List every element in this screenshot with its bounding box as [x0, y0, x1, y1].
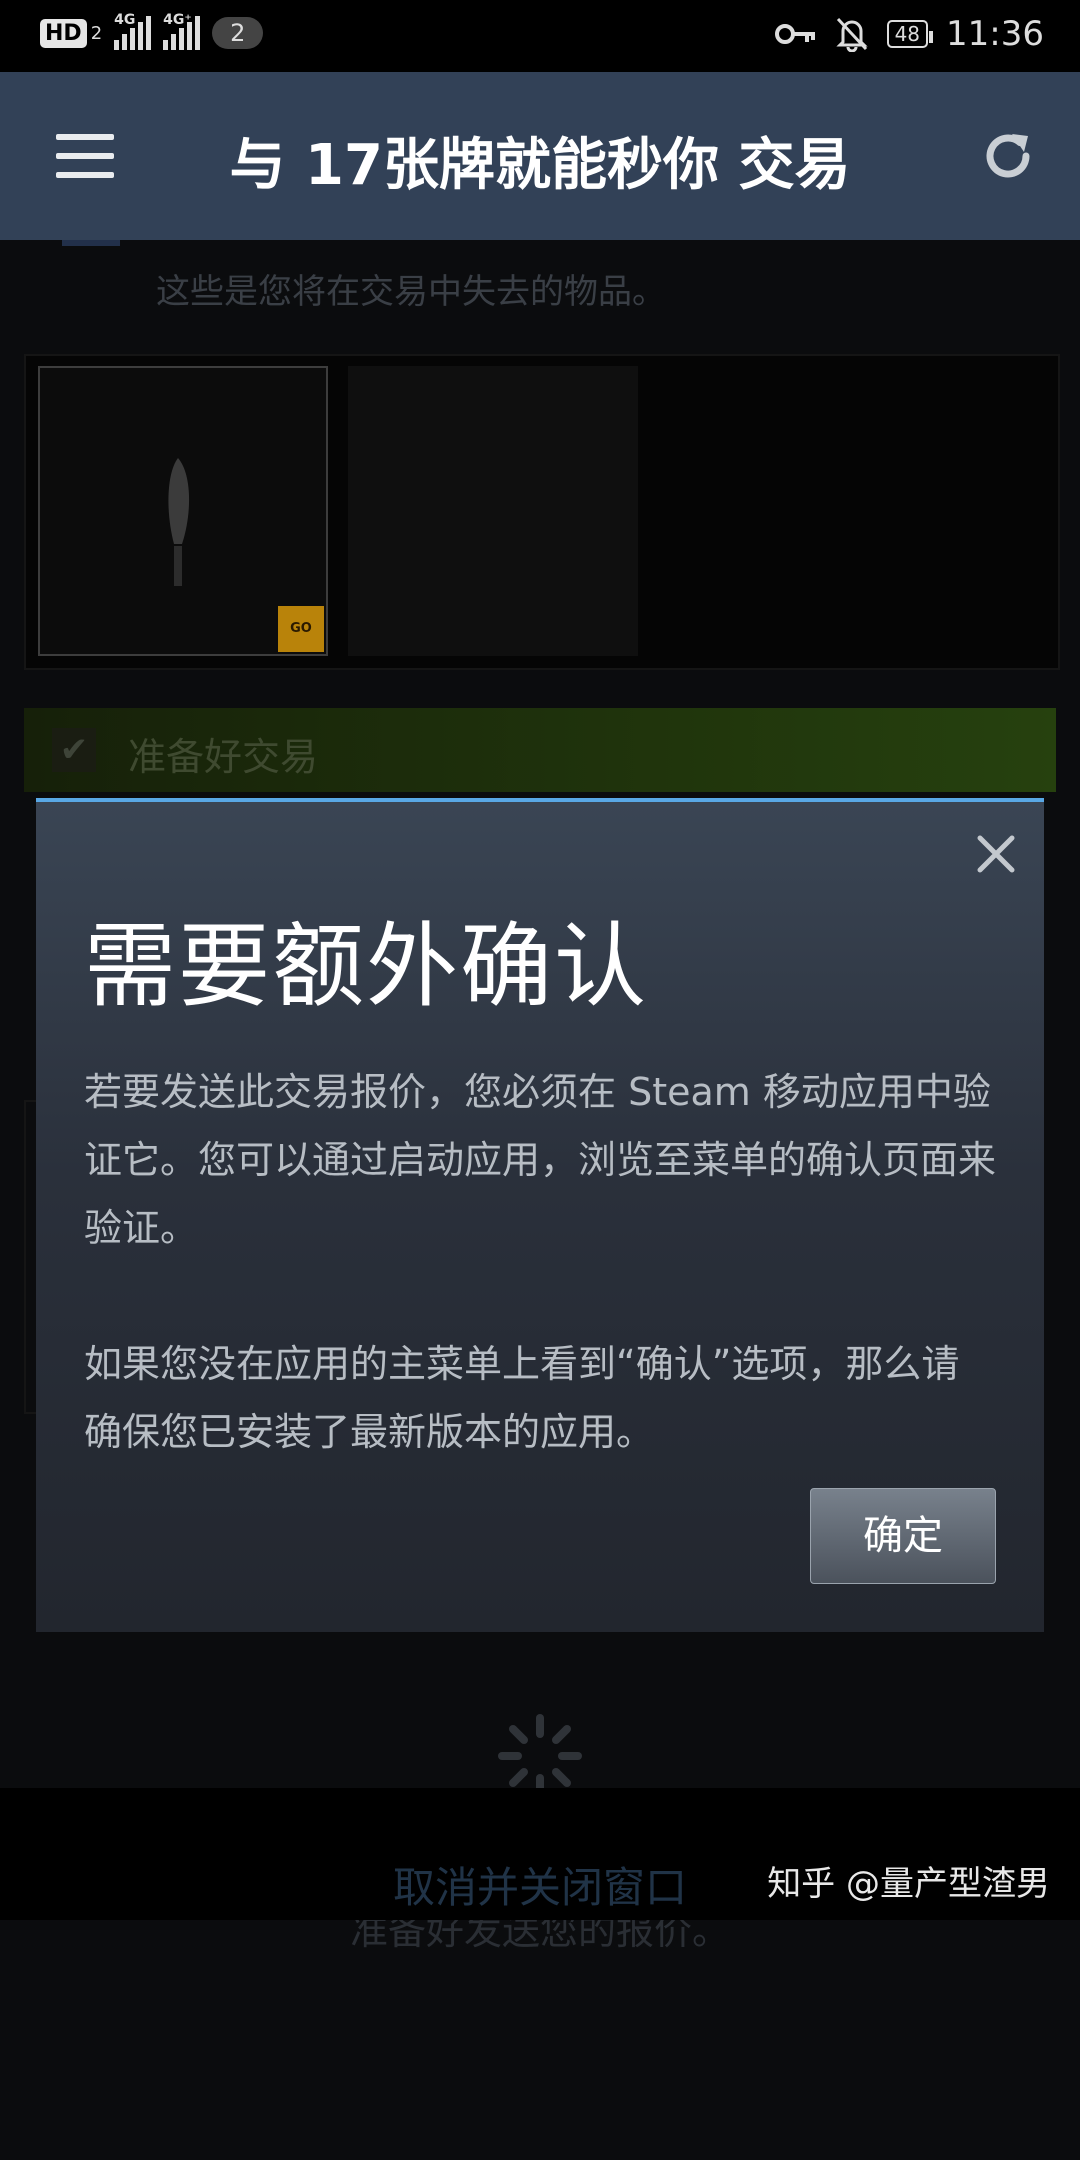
signal-strength-icon-sim1: 4G — [114, 12, 152, 50]
refresh-icon[interactable] — [976, 124, 1040, 188]
hamburger-menu-icon[interactable] — [56, 134, 114, 191]
additional-confirmation-dialog: 需要额外确认 若要发送此交易报价，您必须在 Steam 移动应用中验证它。您可以… — [36, 798, 1044, 1632]
app-header: 与 17张牌就能秒你 交易 — [0, 72, 1080, 240]
item-slot[interactable]: GO — [38, 366, 328, 656]
battery-indicator: 48 — [886, 20, 934, 48]
signal-strength-icon-sim2: 4G⁺ — [163, 12, 201, 50]
empty-item-slot[interactable] — [348, 366, 638, 656]
lose-items-note: 这些是您将在交易中失去的物品。 — [156, 272, 666, 312]
user-avatar — [62, 240, 120, 246]
knife-item-icon — [168, 458, 190, 586]
clock: 11:36 — [946, 14, 1044, 54]
ok-button[interactable]: 确定 — [810, 1488, 996, 1584]
dialog-title: 需要额外确认 — [84, 913, 649, 1020]
loading-spinner-icon — [498, 1714, 582, 1798]
dialog-paragraph: 若要发送此交易报价，您必须在 Steam 移动应用中验证它。您可以通过启动应用，… — [84, 1070, 997, 1250]
bell-muted-icon — [835, 17, 868, 52]
ready-to-trade-bar[interactable]: ✔ 准备好交易 — [24, 708, 1056, 792]
dialog-body: 若要发送此交易报价，您必须在 Steam 移动应用中验证它。您可以通过启动应用，… — [84, 1058, 996, 1534]
hd-voice-indicator: HD — [40, 18, 87, 48]
close-icon[interactable] — [972, 830, 1020, 878]
hd-voice-sim-number: 2 — [90, 22, 103, 44]
status-bar: HD 2 4G 4G⁺ 2 48 11:36 — [0, 0, 1080, 72]
dialog-paragraph: 如果您没在应用的主菜单上看到“确认”选项，那么请确保您已安装了最新版本的应用。 — [84, 1342, 960, 1454]
ready-checkbox[interactable]: ✔ — [52, 728, 96, 772]
your-items-panel: GO — [24, 354, 1060, 670]
page-title: 与 17张牌就能秒你 交易 — [229, 133, 851, 198]
watermark: 知乎 @量产型渣男 — [767, 1864, 1050, 1904]
csgo-game-badge: GO — [278, 606, 324, 652]
ready-label: 准备好交易 — [128, 735, 319, 779]
notification-count-badge: 2 — [212, 17, 264, 49]
key-icon — [774, 24, 815, 44]
